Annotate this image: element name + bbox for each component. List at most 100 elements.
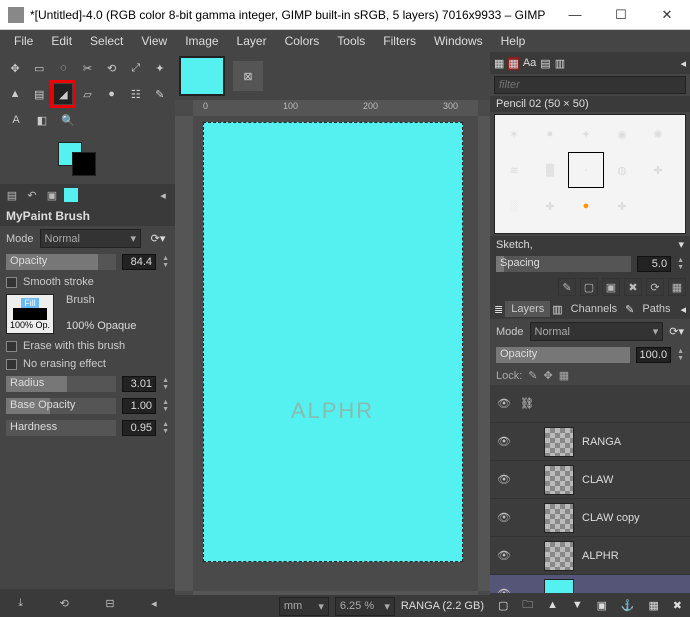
brush-preview[interactable]: Fill 100% Op. [6,294,54,334]
layer-name[interactable]: CLAW [582,474,613,486]
menu-file[interactable]: File [6,32,41,50]
tab-channels[interactable]: Channels [565,301,623,317]
layer-name[interactable]: RANGA [582,436,621,448]
smooth-stroke-check[interactable] [6,277,17,288]
tab-paths[interactable]: Paths [636,301,676,317]
color-swatches[interactable] [0,138,175,184]
raise-layer-icon[interactable]: ▲ [547,599,558,611]
layer-row[interactable]: 👁 ALPHR [490,537,690,575]
chain-icon[interactable]: ⛓ [520,397,536,410]
layer-opacity-slider[interactable]: Opacity [496,347,630,363]
ruler-horizontal[interactable]: 0 100 200 300 [193,100,478,116]
spacing-value[interactable]: 5.0 [637,256,671,272]
menu-image[interactable]: Image [177,32,226,50]
path-tool[interactable]: ✎ [151,84,169,104]
maximize-button[interactable]: ☐ [598,0,644,30]
lock-alpha-icon[interactable]: ▦ [559,369,569,382]
rect-select-tool[interactable]: ▭ [30,58,48,78]
ruler-vertical[interactable] [175,116,193,591]
color-picker-tool[interactable]: ◧ [32,110,52,130]
layer-opacity-spin[interactable]: ▲▼ [677,348,684,362]
delete-brush-icon[interactable]: ✖ [624,278,642,296]
text-tool[interactable]: A [6,110,26,130]
brush-filter-input[interactable] [494,76,686,94]
layer-row[interactable]: 👁 RANGA [490,423,690,461]
restore-preset-icon[interactable]: ⟲ [60,597,69,610]
menu-windows[interactable]: Windows [426,32,491,50]
brush-grid[interactable]: ✶ ● ✦ ◉ ✺ ≋ ▓ · ◍ ✚ ░ ✚ ● ✚ [494,114,686,234]
minimize-button[interactable]: — [552,0,598,30]
gradient-tool[interactable]: ▤ [30,84,48,104]
mypaint-brush-tool[interactable]: ◢ [54,84,72,104]
menu-tools[interactable]: Tools [329,32,373,50]
menu-select[interactable]: Select [82,32,131,50]
brushes-dock-icon[interactable]: ▦ [494,57,504,70]
spacing-spin[interactable]: ▲▼ [677,257,684,271]
layer-mode-reset-icon[interactable]: ⟳▾ [669,325,684,338]
images-icon[interactable]: ▣ [44,187,60,203]
canvas[interactable] [203,122,463,562]
merge-layer-icon[interactable]: ⚓ [621,599,635,612]
image-tab-close[interactable]: ⊠ [233,61,263,91]
bucket-tool[interactable]: ▲ [6,84,24,104]
unified-transform-tool[interactable]: ⤢ [127,58,145,78]
radius-slider[interactable]: Radius [6,376,116,392]
options-tab-icon[interactable]: ▤ [4,187,20,203]
menu-colors[interactable]: Colors [277,32,328,50]
reset-preset-icon[interactable]: ◂ [151,597,157,610]
mode-reset-icon[interactable]: ⟳▾ [147,232,169,245]
close-button[interactable]: ✕ [644,0,690,30]
chevron-down-icon[interactable]: ▾ [678,238,684,251]
menu-help[interactable]: Help [493,32,534,50]
menu-layer[interactable]: Layer [229,32,275,50]
layer-row[interactable]: 👁 CLAW copy [490,499,690,537]
radius-value[interactable]: 3.01 [122,376,156,392]
lock-position-icon[interactable]: ✥ [544,369,553,382]
opacity-value[interactable]: 84.4 [122,254,156,270]
visibility-icon[interactable]: 👁 [496,435,512,448]
visibility-icon[interactable]: 👁 [496,511,512,524]
new-brush-icon[interactable]: ▢ [580,278,598,296]
baseop-slider[interactable]: Base Opacity [6,398,116,414]
sketch-label[interactable]: Sketch, [496,239,533,251]
zoom-combo[interactable]: 6.25 %▾ [335,597,395,616]
duplicate-brush-icon[interactable]: ▣ [602,278,620,296]
mask-layer-icon[interactable]: ▦ [648,599,658,612]
units-combo[interactable]: mm▾ [279,597,329,616]
layer-row[interactable]: 👁 [490,575,690,593]
edit-brush-icon[interactable]: ✎ [558,278,576,296]
mode-combo[interactable]: Normal▾ [40,229,141,248]
documents-dock-icon[interactable]: ▥ [555,57,565,70]
visibility-icon[interactable]: 👁 [496,397,512,410]
scrollbar-vertical[interactable] [478,116,490,591]
layer-name[interactable]: ALPHR [582,550,619,562]
visibility-icon[interactable]: 👁 [496,473,512,486]
dock-menu-icon[interactable]: ◂ [681,303,687,316]
radius-spin[interactable]: ▲▼ [162,377,169,391]
smudge-tool[interactable]: ☷ [127,84,145,104]
menu-edit[interactable]: Edit [43,32,80,50]
spacing-slider[interactable]: Spacing [496,256,631,272]
lock-pixels-icon[interactable]: ✎ [528,369,537,382]
background-color[interactable] [72,152,96,176]
move-tool[interactable]: ✥ [6,58,24,78]
dock-menu-icon[interactable]: ◂ [680,57,686,70]
hardness-spin[interactable]: ▲▼ [162,421,169,435]
hardness-slider[interactable]: Hardness [6,420,116,436]
patterns-dock-icon[interactable]: ▦ [508,57,518,70]
transform-tool[interactable]: ⟲ [103,58,121,78]
open-as-image-icon[interactable]: ▦ [668,278,686,296]
new-layer-icon[interactable]: ▢ [498,599,508,612]
undo-history-icon[interactable]: ↶ [24,187,40,203]
zoom-tool[interactable]: 🔍 [58,110,78,130]
refresh-brush-icon[interactable]: ⟳ [646,278,664,296]
history-dock-icon[interactable]: ▤ [540,57,550,70]
baseop-value[interactable]: 1.00 [122,398,156,414]
image-tab-thumb[interactable] [179,56,225,96]
warp-tool[interactable]: ✦ [151,58,169,78]
delete-layer-icon[interactable]: ✖ [673,599,682,612]
visibility-icon[interactable]: 👁 [496,549,512,562]
clone-tool[interactable]: ● [103,84,121,104]
fonts-dock-icon[interactable]: Aa [523,57,536,69]
opacity-slider[interactable]: Opacity [6,254,116,270]
